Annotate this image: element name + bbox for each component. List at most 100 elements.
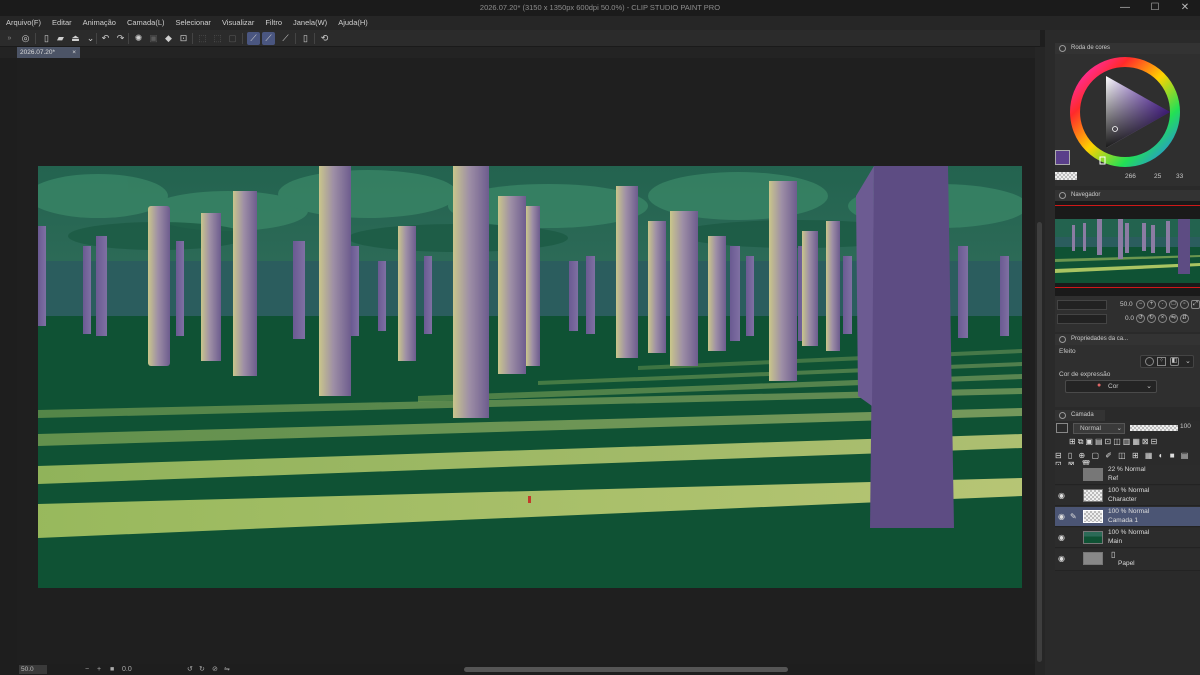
status-bar: 50.0 − + ■ 0.0 ↺ ↻ ⊘ ⇋ xyxy=(17,664,1045,675)
rotate-left-icon[interactable]: ↺ xyxy=(187,664,193,675)
layer-row-character[interactable]: ◉ 100 % Normal Character xyxy=(1055,486,1200,506)
effect-dropdown-icon[interactable]: ⌄ xyxy=(1185,357,1191,365)
right-dock: Roda de cores 266 25 33 Navegador 50.0 0… xyxy=(1045,30,1200,675)
main-color-swatch[interactable] xyxy=(1055,150,1070,165)
save-icon[interactable]: ⏏ xyxy=(69,32,82,45)
layer-row-main[interactable]: ◉ 100 % Normal Main xyxy=(1055,528,1200,548)
layer-name: Camada 1 xyxy=(1108,517,1138,524)
special-ruler-icon[interactable]: ⟋ xyxy=(262,32,275,45)
rotate-right-icon[interactable]: ↻ xyxy=(1147,314,1156,323)
menu-animacao[interactable]: Animação xyxy=(83,16,116,30)
layer-opacity-mode: 100 % Normal xyxy=(1108,529,1150,536)
zoom-out-icon[interactable]: − xyxy=(1136,300,1145,309)
grid-snap-icon[interactable]: ⟋ xyxy=(279,32,292,45)
eye-icon[interactable]: ◉ xyxy=(1058,533,1065,542)
navigator-preview[interactable] xyxy=(1055,219,1200,283)
vertical-scrollbar[interactable] xyxy=(1037,222,1042,662)
color-wheel-panel: 266 25 33 xyxy=(1055,54,1200,186)
horizontal-scrollbar[interactable] xyxy=(464,667,788,672)
menu-selecionar[interactable]: Selecionar xyxy=(175,16,210,30)
fill-icon[interactable]: ◆ xyxy=(162,32,175,45)
zoom-value[interactable]: 50.0 xyxy=(19,665,47,674)
rotate-right-icon[interactable]: ↻ xyxy=(199,664,205,675)
zoom-out-icon[interactable]: − xyxy=(85,664,89,675)
artwork-canvas[interactable] xyxy=(38,166,1022,588)
character-figure xyxy=(528,496,531,503)
layer-name: Ref xyxy=(1108,475,1119,482)
effect-label: Efeito xyxy=(1059,348,1076,355)
clip-studio-icon[interactable]: ◎ xyxy=(19,32,32,45)
navigator-zoom-slider[interactable] xyxy=(1057,300,1107,310)
collapse-left-icon[interactable]: » xyxy=(3,32,16,45)
rotate-left-icon[interactable]: ↺ xyxy=(1136,314,1145,323)
brightness-value: 33 xyxy=(1176,173,1184,180)
border-effect-icon[interactable] xyxy=(1145,357,1154,366)
navigator-tab[interactable]: Navegador xyxy=(1055,190,1200,201)
properties-icon xyxy=(1059,336,1066,343)
layer-action-icons[interactable]: ⊞⧉▣▤⊡◫▥▦⊠⊟ xyxy=(1069,437,1159,447)
transparent-color-swatch[interactable] xyxy=(1055,172,1077,180)
effect-buttons[interactable]: ⁘ ◧ ⌄ xyxy=(1140,355,1194,368)
fit-window-icon[interactable]: ▫ xyxy=(1180,300,1189,309)
menu-filtro[interactable]: Filtro xyxy=(265,16,282,30)
fit-view-icon[interactable]: □ xyxy=(1169,300,1178,309)
zoom-in-icon[interactable]: + xyxy=(97,664,101,675)
expand-icon[interactable]: ⤢ xyxy=(1191,300,1200,309)
menu-camada[interactable]: Camada(L) xyxy=(127,16,165,30)
tone-effect-icon[interactable]: ⁘ xyxy=(1157,357,1166,366)
undo-icon[interactable]: ↶ xyxy=(99,32,112,45)
layer-tab-label: Camada xyxy=(1071,412,1094,418)
fit-icon[interactable]: ■ xyxy=(110,664,114,675)
transform-icon[interactable]: ⊡ xyxy=(177,32,190,45)
eye-icon[interactable]: ◉ xyxy=(1058,491,1065,500)
color-icon: ● xyxy=(1097,382,1102,389)
zoom-in-icon[interactable]: + xyxy=(1147,300,1156,309)
layer-color-box[interactable] xyxy=(1056,423,1068,433)
select-icon[interactable]: ▢ xyxy=(226,32,239,45)
menu-visualizar[interactable]: Visualizar xyxy=(222,16,254,30)
layer-row-camada-1[interactable]: ◉ ✎ 100 % Normal Camada 1 xyxy=(1055,507,1200,527)
smartphone-icon[interactable]: ▯ xyxy=(299,32,312,45)
angle-value[interactable]: 0.0 xyxy=(122,664,132,675)
open-file-icon[interactable]: ▰ xyxy=(54,32,67,45)
clear-icon[interactable]: ✺ xyxy=(132,32,145,45)
minimize-button[interactable]: — xyxy=(1110,1,1140,15)
reset-rotation-icon[interactable]: × xyxy=(1158,314,1167,323)
menu-ajuda[interactable]: Ajuda(H) xyxy=(338,16,368,30)
refresh-icon[interactable]: ⟲ xyxy=(318,32,331,45)
layer-row-ref[interactable]: 22 % Normal Ref xyxy=(1055,465,1200,485)
eye-icon[interactable]: ◉ xyxy=(1058,554,1065,563)
new-file-icon[interactable]: ▯ xyxy=(40,32,53,45)
color-wheel-tab[interactable]: Roda de cores xyxy=(1055,43,1200,54)
layer-color-icon[interactable]: ◧ xyxy=(1170,357,1179,366)
reset-rotation-icon[interactable]: ⊘ xyxy=(212,664,218,675)
menu-janela[interactable]: Janela(W) xyxy=(293,16,327,30)
document-tab[interactable]: 2026.07.20* × xyxy=(17,47,80,58)
expression-color-select[interactable]: ● Cor ⌄ xyxy=(1065,380,1157,393)
color-wheel[interactable] xyxy=(1055,54,1200,186)
layer-name: Papel xyxy=(1118,560,1135,567)
layer-thumbnail xyxy=(1083,552,1103,565)
maximize-button[interactable]: ☐ xyxy=(1140,1,1170,15)
properties-tab[interactable]: Propriedades da ca... xyxy=(1055,334,1200,345)
opacity-value[interactable]: 100 xyxy=(1180,423,1191,430)
menu-arquivo[interactable]: Arquivo(F) xyxy=(6,16,41,30)
navigator-rotation-slider[interactable] xyxy=(1057,314,1107,324)
layer-tab[interactable]: Camada xyxy=(1055,410,1105,421)
close-button[interactable]: ✕ xyxy=(1170,1,1200,15)
invert-selection-icon[interactable]: ⬚ xyxy=(211,32,224,45)
flip-horizontal-icon[interactable]: ⇋ xyxy=(1169,314,1178,323)
ruler-snap-icon[interactable]: ⟋ xyxy=(247,32,260,45)
deselect-icon[interactable]: ⬚ xyxy=(196,32,209,45)
menu-editar[interactable]: Editar xyxy=(52,16,72,30)
redo-icon[interactable]: ↷ xyxy=(114,32,127,45)
flip-vertical-icon[interactable]: ⇵ xyxy=(1180,314,1189,323)
flip-icon[interactable]: ⇋ xyxy=(224,664,230,675)
dim-icon[interactable]: ▣ xyxy=(147,32,160,45)
blend-mode-select[interactable]: Normal ⌄ xyxy=(1073,423,1125,434)
actual-size-icon[interactable]: · xyxy=(1158,300,1167,309)
eye-icon[interactable]: ◉ xyxy=(1058,512,1065,521)
layer-row-papel[interactable]: ◉ ▯ Papel xyxy=(1055,549,1200,571)
close-tab-icon[interactable]: × xyxy=(72,47,76,58)
opacity-slider[interactable] xyxy=(1130,425,1178,431)
